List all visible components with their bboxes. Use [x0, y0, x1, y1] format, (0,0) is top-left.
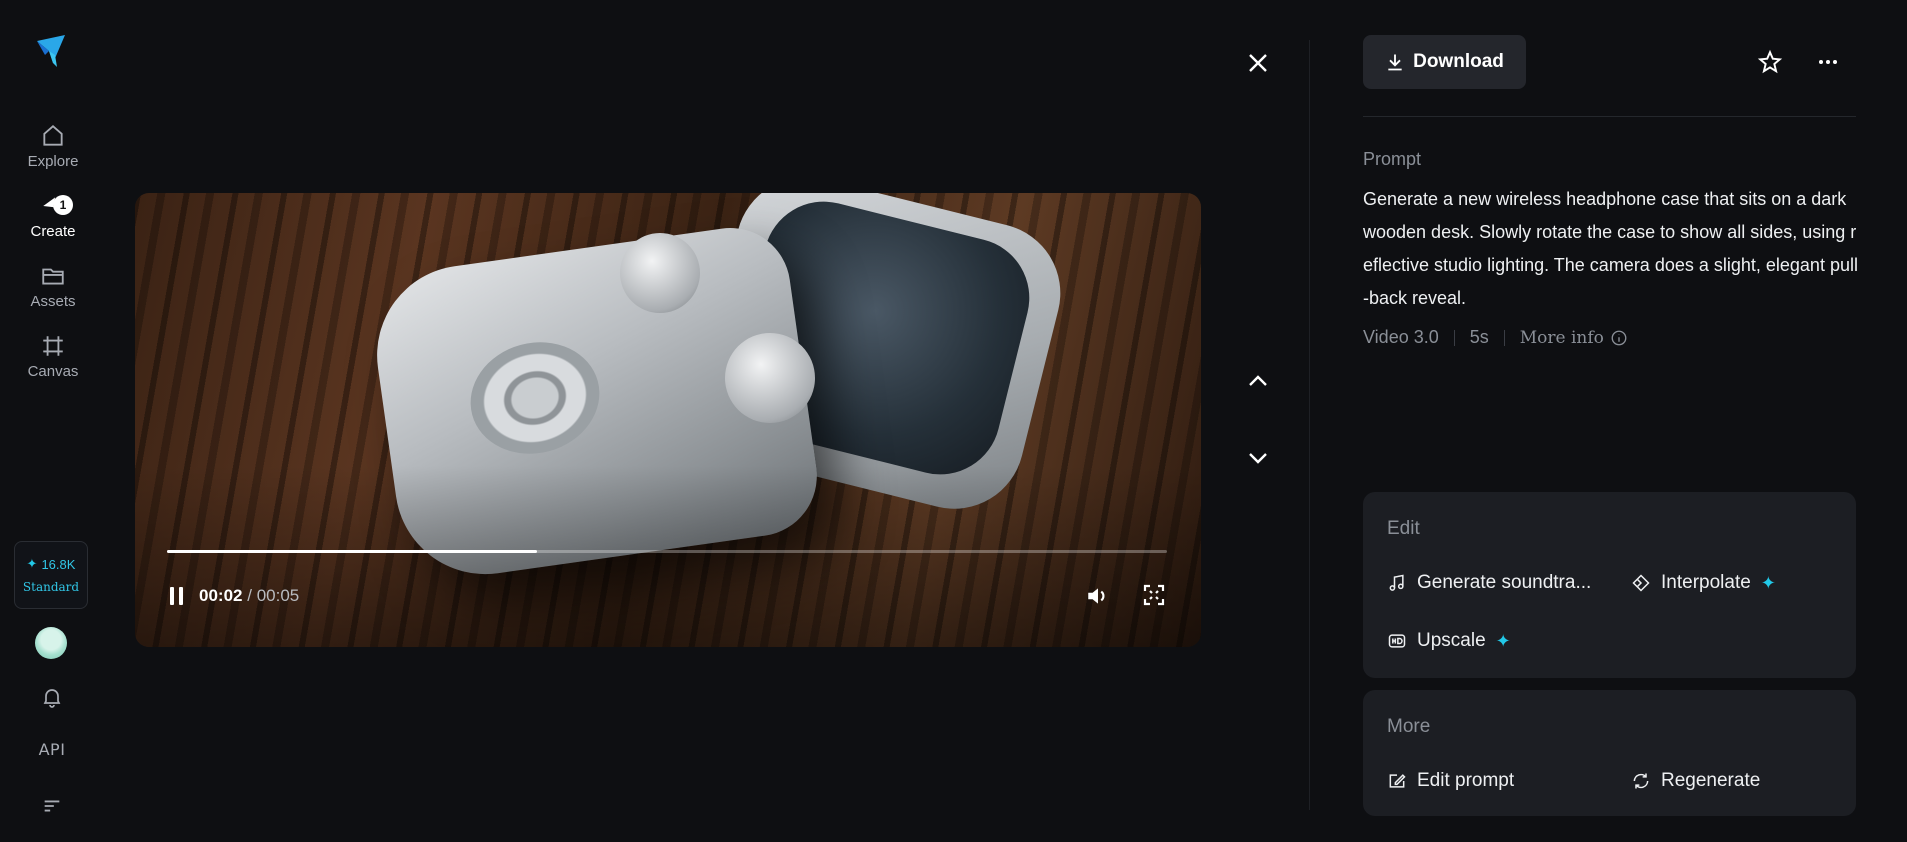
- menu-icon[interactable]: [36, 790, 68, 822]
- interpolate-icon: [1632, 574, 1650, 592]
- hd-icon: [1388, 634, 1406, 648]
- regenerate-button[interactable]: Regenerate: [1631, 770, 1760, 792]
- sidebar-item-label: Assets: [30, 293, 76, 310]
- sparkle-icon: ✦: [26, 556, 38, 571]
- download-label: Download: [1413, 51, 1504, 72]
- create-badge: 1: [53, 195, 73, 215]
- premium-sparkle-icon: ✦: [1760, 572, 1776, 593]
- sidebar-item-create[interactable]: 1 Create: [0, 192, 106, 252]
- playback-controls: 00:02 / 00:05: [165, 581, 299, 611]
- progress-fill: [167, 550, 537, 553]
- ellipsis-icon: [1819, 60, 1837, 64]
- fullscreen-button[interactable]: [1142, 583, 1168, 609]
- close-button[interactable]: [1240, 45, 1276, 81]
- speaker-icon: [1088, 588, 1105, 604]
- brand-logo-icon[interactable]: [33, 33, 69, 69]
- edit-prompt-icon: [1389, 774, 1406, 788]
- divider: [1363, 116, 1856, 117]
- plan-label: Standard: [22, 580, 80, 594]
- volume-button[interactable]: [1085, 583, 1111, 609]
- interpolate-button[interactable]: Interpolate ✦: [1631, 572, 1776, 594]
- star-icon: [1757, 49, 1783, 74]
- model-label: Video 3.0: [1363, 327, 1439, 347]
- sidebar: Explore 1 Create Assets Canvas ✦ 16.8K S…: [0, 0, 106, 842]
- total-time: 00:05: [256, 586, 300, 605]
- music-note-icon: [1389, 574, 1404, 591]
- favorite-button[interactable]: [1754, 46, 1786, 78]
- progress-bar[interactable]: [167, 550, 1167, 553]
- sidebar-item-label: Canvas: [27, 363, 79, 380]
- next-button[interactable]: [1240, 440, 1276, 476]
- prompt-label: Prompt: [1363, 149, 1422, 169]
- folder-icon: [39, 262, 67, 290]
- previous-button[interactable]: [1240, 363, 1276, 399]
- pause-button[interactable]: [165, 585, 187, 607]
- sidebar-item-canvas[interactable]: Canvas: [0, 332, 106, 392]
- credits-badge[interactable]: ✦ 16.8K Standard: [14, 541, 88, 609]
- edit-prompt-button[interactable]: Edit prompt: [1387, 770, 1514, 792]
- regenerate-icon: [1633, 773, 1649, 789]
- more-card: More Edit prompt Regenerate: [1363, 690, 1856, 816]
- more-options-button[interactable]: [1812, 46, 1844, 78]
- close-icon: [1249, 54, 1267, 72]
- chevron-up-icon: [1249, 375, 1267, 386]
- sidebar-item-assets[interactable]: Assets: [0, 262, 106, 322]
- premium-sparkle-icon: ✦: [1495, 630, 1511, 651]
- panel-divider: [1309, 40, 1310, 810]
- info-icon: [1611, 330, 1627, 345]
- bell-icon[interactable]: [36, 681, 68, 713]
- api-link[interactable]: API: [30, 740, 74, 759]
- avatar[interactable]: [35, 627, 67, 659]
- edit-card-title: Edit: [1387, 518, 1420, 539]
- edit-card: Edit Generate soundtra... Interpolate ✦ …: [1363, 492, 1856, 678]
- time-separator: /: [247, 586, 252, 605]
- current-time: 00:02: [199, 586, 243, 605]
- upscale-button[interactable]: Upscale ✦: [1387, 630, 1511, 652]
- duration-label: 5s: [1469, 327, 1489, 347]
- generate-soundtrack-button[interactable]: Generate soundtra...: [1387, 572, 1591, 594]
- chevron-down-icon: [1249, 453, 1267, 464]
- canvas-icon: [39, 332, 67, 360]
- video-player[interactable]: 00:02 / 00:05: [135, 193, 1201, 647]
- time-display: 00:02 / 00:05: [199, 586, 299, 606]
- download-icon: [1388, 54, 1402, 71]
- sidebar-item-explore[interactable]: Explore: [0, 122, 106, 182]
- sidebar-item-label: Create: [30, 223, 76, 240]
- prompt-text: Generate a new wireless headphone case t…: [1363, 189, 1858, 308]
- generation-meta: Video 3.0 5s More info: [1363, 327, 1628, 348]
- sidebar-item-label: Explore: [27, 153, 79, 170]
- fullscreen-icon: [1143, 584, 1165, 606]
- more-card-title: More: [1387, 716, 1431, 737]
- create-icon: 1: [39, 192, 73, 220]
- more-info-link[interactable]: More info: [1520, 328, 1628, 348]
- home-icon: [39, 122, 67, 150]
- download-button[interactable]: Download: [1363, 35, 1526, 89]
- credits-amount: 16.8K: [41, 556, 76, 572]
- pause-icon: [169, 587, 174, 605]
